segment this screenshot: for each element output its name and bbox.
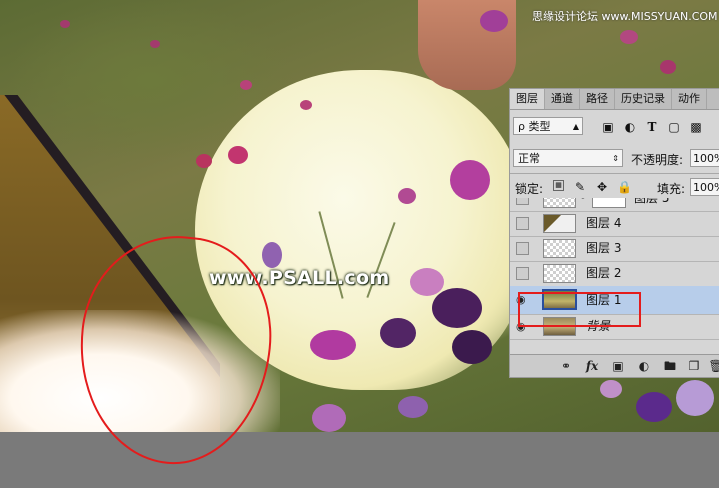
red-rectangle-annotation (518, 292, 641, 327)
smart-object-filter-icon[interactable]: ▩ (689, 120, 703, 134)
panel-footer: ⚭ fx ▣ ◐ 🖿 ❐ 🗑 (510, 354, 719, 377)
layer-name: 图层 3 (586, 241, 622, 255)
trash-icon[interactable]: 🗑 (708, 358, 719, 374)
select-arrow-icon: ⇕ (612, 154, 619, 163)
blend-mode-select[interactable]: 正常 ⇕ (513, 149, 623, 167)
type-filter-icon[interactable]: T (645, 120, 659, 134)
link-layers-icon[interactable]: ⚭ (558, 358, 574, 374)
visibility-toggle[interactable] (516, 242, 529, 255)
lock-position-icon[interactable]: ✥ (595, 180, 609, 194)
fx-icon[interactable]: fx (584, 358, 600, 374)
opacity-label: 不透明度: (631, 153, 684, 167)
tab-paths[interactable]: 路径 (580, 89, 615, 109)
flower (240, 80, 252, 90)
flower (432, 288, 482, 328)
layer-row-5[interactable]: ↻ 图层 5 (510, 198, 719, 212)
flower (228, 146, 248, 164)
layer-mask-thumbnail (592, 198, 626, 208)
layer-row-3[interactable]: 图层 3 (510, 236, 719, 262)
layer-thumbnail (543, 239, 576, 258)
flower (600, 380, 622, 398)
visibility-toggle[interactable] (516, 267, 529, 280)
divider (510, 173, 719, 174)
flower (262, 242, 282, 268)
tab-actions[interactable]: 动作 (672, 89, 707, 109)
layer-name: 图层 4 (586, 216, 622, 230)
flower (450, 160, 490, 200)
layer-thumbnail (543, 198, 576, 208)
shape-filter-icon[interactable]: ▢ (667, 120, 681, 134)
lock-all-icon[interactable]: 🔒 (617, 180, 632, 194)
tab-layers[interactable]: 图层 (510, 89, 545, 109)
mask-link-icon: ↻ (579, 198, 587, 202)
visibility-toggle[interactable] (516, 217, 529, 230)
tab-channels[interactable]: 通道 (545, 89, 580, 109)
tab-history[interactable]: 历史记录 (615, 89, 672, 109)
flower (300, 100, 312, 110)
layer-thumbnail (543, 264, 576, 283)
new-group-icon[interactable]: 🖿 (662, 358, 678, 374)
flower (676, 380, 714, 416)
lock-transparency-icon[interactable]: ▦ (553, 180, 564, 191)
blend-mode-value: 正常 (518, 152, 540, 165)
layer-thumbnail (543, 214, 576, 233)
add-mask-icon[interactable]: ▣ (610, 358, 626, 374)
visibility-toggle[interactable] (516, 198, 529, 205)
layers-panel: 图层 通道 路径 历史记录 动作 ρ 类型 ▲ ▣ ◐ T ▢ ▩ 正常 ⇕ 不… (509, 88, 719, 378)
lock-label: 锁定: (515, 182, 544, 196)
flower (380, 318, 416, 348)
new-layer-icon[interactable]: ❐ (686, 358, 702, 374)
adjustment-filter-icon[interactable]: ◐ (623, 120, 637, 134)
panel-tabs: 图层 通道 路径 历史记录 动作 (510, 89, 719, 110)
flower (660, 60, 676, 74)
image-filter-icon[interactable]: ▣ (601, 120, 615, 134)
flower (620, 30, 638, 44)
select-arrow-icon: ▲ (572, 122, 579, 131)
flower (452, 330, 492, 364)
filter-row: ρ 类型 ▲ ▣ ◐ T ▢ ▩ (513, 117, 719, 139)
lock-brush-icon[interactable]: ✎ (573, 180, 587, 194)
flower (150, 40, 160, 48)
flower (398, 188, 416, 204)
layer-name: 图层 5 (634, 198, 670, 205)
layer-row-2[interactable]: 图层 2 (510, 261, 719, 287)
fill-value: 100% (693, 181, 719, 194)
opacity-input[interactable]: 100% (690, 149, 719, 167)
fill-input[interactable]: 100% (690, 178, 719, 196)
layer-name: 图层 2 (586, 266, 622, 280)
flower (398, 396, 428, 418)
flower (410, 268, 444, 296)
flower (480, 10, 508, 32)
flower (60, 20, 70, 28)
site-tag: 思缘设计论坛 www.MISSYUAN.COM (532, 10, 718, 23)
filter-type-label: ρ 类型 (518, 120, 551, 133)
flower (312, 404, 346, 432)
filter-type-select[interactable]: ρ 类型 ▲ (513, 117, 583, 135)
blend-row: 正常 ⇕ 不透明度: 100% (513, 149, 719, 169)
flower (310, 330, 356, 360)
adjustment-layer-icon[interactable]: ◐ (636, 358, 652, 374)
layer-row-4[interactable]: 图层 4 (510, 211, 719, 237)
flower (636, 392, 672, 422)
flower (196, 154, 212, 168)
fill-label: 填充: (657, 182, 686, 196)
opacity-value: 100% (693, 152, 719, 165)
layer-list: ↻ 图层 5 图层 4 图层 3 图层 2 ◉ 图层 1 ◉ 背景 (510, 198, 719, 350)
lock-row: 锁定: ▦ ✎ ✥ 🔒 填充: 100% (513, 178, 719, 198)
